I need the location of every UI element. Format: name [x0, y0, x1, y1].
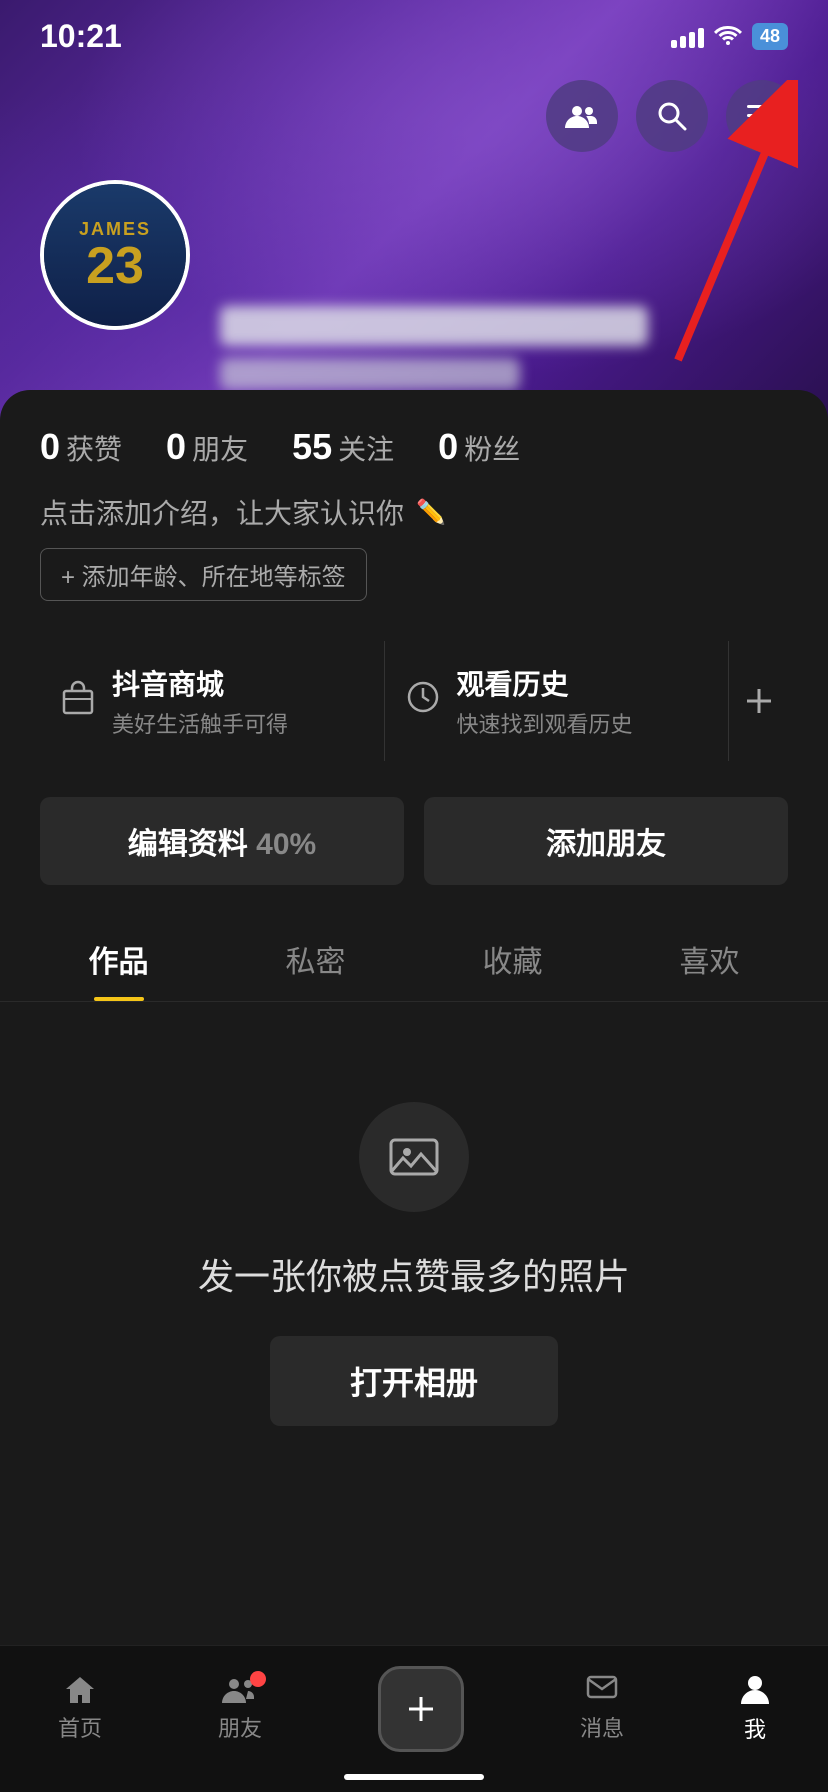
bio-placeholder: 点击添加介绍，让大家认识你 — [40, 492, 404, 532]
status-time: 10:21 — [40, 18, 122, 55]
nav-home[interactable]: 首页 — [58, 1675, 102, 1743]
friends-notification-dot — [250, 1671, 266, 1687]
history-icon — [405, 679, 441, 724]
friends-count: 0 — [166, 426, 186, 468]
username-blurred — [220, 306, 648, 346]
stat-friends: 0 朋友 — [166, 426, 248, 468]
nav-messages-label: 消息 — [580, 1711, 624, 1743]
fans-count: 0 — [438, 426, 458, 468]
avatar[interactable]: JAMES 23 — [40, 180, 190, 330]
menu-button[interactable] — [726, 80, 798, 152]
nav-create[interactable] — [378, 1666, 464, 1752]
status-bar: 10:21 48 — [0, 0, 828, 65]
battery-level: 48 — [760, 26, 780, 47]
tab-private-label: 私密 — [286, 946, 346, 979]
jersey-number: 23 — [79, 240, 151, 292]
likes-label: 获赞 — [66, 428, 122, 468]
main-content: 0 获赞 0 朋友 55 关注 0 粉丝 点击添加介绍，让大家认识你 ✏️ + … — [0, 390, 828, 1686]
shortcut-row: 抖音商城 美好生活触手可得 观看历史 快速找到观看历史 — [0, 621, 828, 781]
username-area — [220, 306, 648, 390]
home-indicator — [344, 1774, 484, 1780]
create-button[interactable] — [378, 1666, 464, 1752]
likes-count: 0 — [40, 426, 60, 468]
nav-home-label: 首页 — [58, 1711, 102, 1743]
username-id-blurred — [220, 358, 520, 390]
bottom-nav: 首页 朋友 消息 我 — [0, 1645, 828, 1792]
edit-bio-icon[interactable]: ✏️ — [416, 498, 446, 527]
stats-row: 0 获赞 0 朋友 55 关注 0 粉丝 — [0, 390, 828, 492]
mall-shortcut[interactable]: 抖音商城 美好生活触手可得 — [40, 641, 385, 761]
bio-text[interactable]: 点击添加介绍，让大家认识你 ✏️ — [40, 492, 788, 532]
add-tag-button[interactable]: + 添加年龄、所在地等标签 — [40, 548, 367, 601]
wifi-icon — [714, 23, 742, 51]
friends-label: 朋友 — [192, 428, 248, 468]
following-count: 55 — [292, 426, 332, 468]
mall-icon — [60, 679, 96, 724]
more-shortcut-button[interactable] — [728, 641, 788, 761]
tabs-row: 作品 私密 收藏 喜欢 — [0, 913, 828, 1002]
bio-section: 点击添加介绍，让大家认识你 ✏️ + 添加年龄、所在地等标签 — [0, 492, 828, 621]
edit-profile-label: 编辑资料 — [128, 828, 248, 861]
empty-photo-icon — [359, 1102, 469, 1212]
history-sub: 快速找到观看历史 — [457, 707, 633, 739]
add-tag-label: + 添加年龄、所在地等标签 — [61, 557, 346, 592]
tab-collections[interactable]: 收藏 — [414, 913, 611, 1001]
nav-messages[interactable]: 消息 — [580, 1675, 624, 1743]
action-buttons: 编辑资料 40% 添加朋友 — [0, 781, 828, 913]
stat-likes: 0 获赞 — [40, 426, 122, 468]
add-friend-button[interactable]: 添加朋友 — [424, 797, 788, 885]
nav-friends[interactable]: 朋友 — [218, 1675, 262, 1743]
stat-following: 55 关注 — [292, 426, 394, 468]
mall-sub: 美好生活触手可得 — [112, 707, 288, 739]
tab-likes-label: 喜欢 — [680, 946, 740, 979]
mall-title: 抖音商城 — [112, 663, 288, 703]
status-icons: 48 — [671, 23, 788, 51]
fans-label: 粉丝 — [464, 428, 520, 468]
add-friend-label: 添加朋友 — [546, 828, 666, 861]
search-button[interactable] — [636, 80, 708, 152]
signal-icon — [671, 26, 704, 48]
history-title: 观看历史 — [457, 663, 633, 703]
tab-works-label: 作品 — [89, 946, 149, 979]
tab-collections-label: 收藏 — [483, 946, 543, 979]
nav-me-label: 我 — [744, 1712, 766, 1744]
tab-likes[interactable]: 喜欢 — [611, 913, 808, 1001]
battery-icon: 48 — [752, 23, 788, 50]
nav-friends-label: 朋友 — [218, 1711, 262, 1743]
empty-state: 发一张你被点赞最多的照片 打开相册 — [0, 1002, 828, 1526]
friends-button[interactable] — [546, 80, 618, 152]
tab-private[interactable]: 私密 — [217, 913, 414, 1001]
nav-me[interactable]: 我 — [740, 1674, 770, 1744]
tab-works[interactable]: 作品 — [20, 913, 217, 1001]
following-label: 关注 — [338, 428, 394, 468]
open-album-label: 打开相册 — [350, 1365, 478, 1401]
empty-title: 发一张你被点赞最多的照片 — [198, 1248, 630, 1300]
edit-profile-button[interactable]: 编辑资料 40% — [40, 797, 404, 885]
open-album-button[interactable]: 打开相册 — [270, 1336, 558, 1426]
history-shortcut[interactable]: 观看历史 快速找到观看历史 — [385, 641, 729, 761]
stat-fans: 0 粉丝 — [438, 426, 520, 468]
top-actions — [546, 80, 798, 152]
edit-percent: 40% — [256, 828, 316, 861]
